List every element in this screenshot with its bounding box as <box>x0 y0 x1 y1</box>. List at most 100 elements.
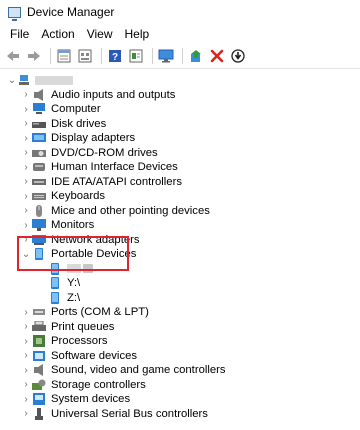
category-label: Ports (COM & LPT) <box>51 306 149 319</box>
tree-category-monitors[interactable]: › Monitors <box>0 218 360 233</box>
monitor-icon <box>32 219 46 232</box>
svg-text:?: ? <box>112 52 118 63</box>
chevron-right-icon[interactable]: › <box>20 103 32 115</box>
category-label: Monitors <box>51 219 95 232</box>
disable-device-icon[interactable] <box>229 47 247 65</box>
category-label: System devices <box>51 393 131 406</box>
tree-root[interactable]: ⌄ <box>0 73 360 88</box>
toolbar-separator <box>50 48 51 64</box>
category-label: Software devices <box>51 349 138 362</box>
category-label: Sound, video and game controllers <box>51 364 226 377</box>
portable-device-icon <box>48 277 62 290</box>
speaker-icon <box>32 88 46 101</box>
portable-device-y[interactable]: Y:\ <box>0 276 360 291</box>
tree-category-keyboards[interactable]: › Keyboards <box>0 189 360 204</box>
update-driver-icon[interactable] <box>187 47 205 65</box>
chevron-right-icon[interactable]: › <box>20 132 32 144</box>
tree-category-disk-drives[interactable]: › Disk drives <box>0 117 360 132</box>
system-device-icon <box>32 393 46 406</box>
chevron-right-icon[interactable]: › <box>20 147 32 159</box>
titlebar: Device Manager <box>0 0 360 24</box>
disk-drive-icon <box>32 118 46 130</box>
processor-icon <box>32 335 46 348</box>
toolbar-separator <box>101 48 102 64</box>
monitor-icon[interactable] <box>157 47 175 65</box>
device-label: Y:\ <box>67 277 81 290</box>
tree-category-dvd-drives[interactable]: › DVD/CD-ROM drives <box>0 146 360 161</box>
menu-action[interactable]: Action <box>35 27 80 41</box>
category-label: Universal Serial Bus controllers <box>51 407 208 420</box>
category-label: Disk drives <box>51 117 107 130</box>
computer-name-redacted <box>35 75 73 85</box>
hid-icon <box>32 161 46 173</box>
tree-category-system-devices[interactable]: › System devices <box>0 392 360 407</box>
category-label: IDE ATA/ATAPI controllers <box>51 175 182 188</box>
tree-category-hid[interactable]: › Human Interface Devices <box>0 160 360 175</box>
category-label: Print queues <box>51 320 115 333</box>
dvd-drive-icon <box>32 147 46 159</box>
menu-view[interactable]: View <box>81 27 119 41</box>
printer-icon <box>32 320 46 333</box>
chevron-right-icon[interactable]: › <box>20 364 32 376</box>
tree-category-display-adapters[interactable]: › Display adapters <box>0 131 360 146</box>
storage-controller-icon <box>32 379 46 391</box>
device-manager-app-icon <box>8 6 21 21</box>
portable-device-z[interactable]: Z:\ <box>0 291 360 306</box>
forward-arrow-icon[interactable] <box>25 47 43 65</box>
toolbar: ? <box>0 44 360 69</box>
tree-category-usb[interactable]: › Universal Serial Bus controllers <box>0 407 360 422</box>
chevron-right-icon[interactable]: › <box>20 306 32 318</box>
category-label: Display adapters <box>51 132 136 145</box>
chevron-right-icon[interactable]: › <box>20 379 32 391</box>
chevron-right-icon[interactable]: › <box>20 161 32 173</box>
window-title: Device Manager <box>27 5 115 19</box>
chevron-right-icon[interactable]: › <box>20 190 32 202</box>
menu-file[interactable]: File <box>4 27 35 41</box>
tree-category-software-devices[interactable]: › Software devices <box>0 349 360 364</box>
category-label: Mice and other pointing devices <box>51 204 210 217</box>
category-label: Human Interface Devices <box>51 161 178 174</box>
tree-category-ports[interactable]: › Ports (COM & LPT) <box>0 305 360 320</box>
uninstall-icon[interactable] <box>208 47 226 65</box>
chevron-right-icon[interactable]: › <box>20 350 32 362</box>
collapse-chevron-icon[interactable]: ⌄ <box>6 74 18 86</box>
tree-category-storage-controllers[interactable]: › Storage controllers <box>0 378 360 393</box>
ide-controller-icon <box>32 176 46 188</box>
chevron-right-icon[interactable]: › <box>20 219 32 231</box>
sound-icon <box>32 364 46 377</box>
category-label: Computer <box>51 103 101 116</box>
chevron-right-icon[interactable]: › <box>20 89 32 101</box>
toolbar-separator <box>152 48 153 64</box>
chevron-right-icon[interactable]: › <box>20 408 32 420</box>
menu-help[interactable]: Help <box>119 27 156 41</box>
toolbar-separator <box>182 48 183 64</box>
software-device-icon <box>32 350 46 362</box>
chevron-right-icon[interactable]: › <box>20 118 32 130</box>
category-label: DVD/CD-ROM drives <box>51 146 158 159</box>
chevron-right-icon[interactable]: › <box>20 393 32 405</box>
computer-icon <box>32 103 46 115</box>
tree-category-sound-video[interactable]: › Sound, video and game controllers <box>0 363 360 378</box>
tree-category-mice[interactable]: › Mice and other pointing devices <box>0 204 360 219</box>
chevron-right-icon[interactable]: › <box>20 205 32 217</box>
back-arrow-icon[interactable] <box>4 47 22 65</box>
help-icon[interactable]: ? <box>106 47 124 65</box>
tree-category-processors[interactable]: › Processors <box>0 334 360 349</box>
details-icon[interactable] <box>127 47 145 65</box>
properties-icon[interactable] <box>55 47 73 65</box>
show-hidden-icon[interactable] <box>76 47 94 65</box>
chevron-right-icon[interactable]: › <box>20 335 32 347</box>
chevron-right-icon[interactable]: › <box>20 176 32 188</box>
tree-category-computer[interactable]: › Computer <box>0 102 360 117</box>
portable-device-icon <box>48 291 62 304</box>
tree-category-print-queues[interactable]: › Print queues <box>0 320 360 335</box>
category-label: Processors <box>51 335 108 348</box>
chevron-right-icon[interactable]: › <box>20 321 32 333</box>
tree-category-ide[interactable]: › IDE ATA/ATAPI controllers <box>0 175 360 190</box>
category-label: Keyboards <box>51 190 106 203</box>
category-label: Audio inputs and outputs <box>51 88 176 101</box>
tree-category-audio[interactable]: › Audio inputs and outputs <box>0 88 360 103</box>
highlight-annotation-box <box>17 236 129 271</box>
keyboard-icon <box>32 190 46 202</box>
category-label: Storage controllers <box>51 378 146 391</box>
